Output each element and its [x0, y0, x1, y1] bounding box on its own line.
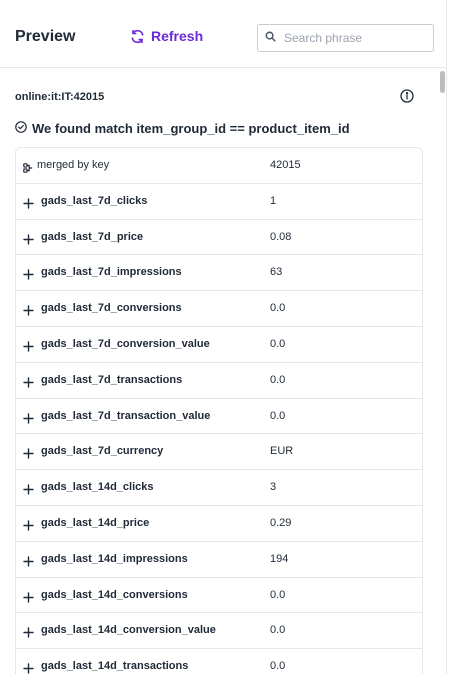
row-key: gads_last_7d_transactions: [41, 373, 183, 386]
table-row: gads_last_7d_transaction_value 0.0: [16, 399, 422, 435]
record-id: online:it:IT:42015: [15, 91, 105, 103]
row-value: 0.29: [270, 516, 292, 529]
scrollbar[interactable]: [439, 68, 447, 674]
plus-icon[interactable]: [23, 267, 34, 285]
plus-icon[interactable]: [23, 339, 34, 357]
table-row: gads_last_7d_conversion_value 0.0: [16, 327, 422, 363]
table-row: gads_last_14d_impressions 194: [16, 542, 422, 578]
row-value: 0.0: [270, 588, 286, 601]
row-key: gads_last_14d_conversion_value: [41, 624, 216, 637]
preview-header: Preview Refresh: [0, 0, 447, 68]
table-row: gads_last_14d_price 0.29: [16, 506, 422, 542]
plus-icon[interactable]: [23, 625, 34, 643]
table-row: gads_last_7d_transactions 0.0: [16, 363, 422, 399]
plus-icon[interactable]: [23, 232, 34, 250]
row-key: gads_last_14d_price: [41, 516, 150, 529]
plus-icon[interactable]: [23, 482, 34, 500]
row-value: 1: [270, 194, 277, 207]
plus-icon[interactable]: [23, 196, 34, 214]
row-key: gads_last_7d_transaction_value: [41, 409, 211, 422]
row-value: 0.0: [270, 660, 286, 673]
table-row-merged-by-key: merged by key 42015: [16, 148, 422, 184]
row-key: gads_last_14d_clicks: [41, 481, 154, 494]
plus-icon[interactable]: [23, 375, 34, 393]
row-value: 0.0: [270, 409, 286, 422]
table-row: gads_last_7d_price 0.08: [16, 220, 422, 256]
merge-key-icon: [23, 160, 33, 178]
search-input[interactable]: [284, 31, 424, 45]
row-key: gads_last_14d_transactions: [41, 660, 189, 673]
row-key: merged by key: [37, 159, 110, 171]
match-text: We found match item_group_id == product_…: [32, 121, 350, 136]
info-icon[interactable]: [400, 89, 414, 108]
row-key: gads_last_7d_currency: [41, 445, 164, 458]
preview-content: online:it:IT:42015 We found match item_g…: [0, 68, 447, 674]
plus-icon[interactable]: [23, 590, 34, 608]
plus-icon[interactable]: [23, 518, 34, 536]
table-row: gads_last_14d_transactions 0.0: [16, 649, 422, 674]
table-row: gads_last_14d_clicks 3: [16, 470, 422, 506]
table-row: gads_last_14d_conversion_value 0.0: [16, 613, 422, 650]
table-row: gads_last_7d_currency EUR: [16, 434, 422, 471]
plus-icon[interactable]: [23, 446, 34, 464]
refresh-button[interactable]: Refresh: [130, 28, 203, 44]
plus-icon[interactable]: [23, 411, 34, 429]
scrollbar-thumb[interactable]: [440, 71, 445, 93]
row-key: gads_last_7d_clicks: [41, 194, 148, 207]
row-value: 0.0: [270, 373, 286, 386]
row-value: 194: [270, 552, 289, 565]
row-key: gads_last_7d_conversion_value: [41, 337, 210, 350]
row-key: gads_last_7d_impressions: [41, 266, 182, 279]
row-key: gads_last_14d_impressions: [41, 552, 188, 565]
row-key: gads_last_7d_conversions: [41, 302, 182, 315]
search-box[interactable]: [257, 24, 434, 52]
row-value: 0.0: [270, 337, 286, 350]
plus-icon[interactable]: [23, 554, 34, 572]
row-value: 3: [270, 481, 277, 494]
attributes-table: merged by key 42015 gads_last_7d_clicks …: [15, 147, 423, 674]
row-value: 42015: [270, 159, 301, 171]
match-message: We found match item_group_id == product_…: [15, 121, 350, 136]
plus-icon[interactable]: [23, 303, 34, 321]
table-row: gads_last_7d_clicks 1: [16, 184, 422, 220]
row-value: EUR: [270, 445, 294, 458]
plus-icon[interactable]: [23, 661, 34, 674]
page-title: Preview: [15, 28, 76, 45]
table-row: gads_last_14d_conversions 0.0: [16, 578, 422, 614]
refresh-icon: [130, 29, 145, 44]
row-value: 0.0: [270, 302, 286, 315]
preview-panel: Preview Refresh online:i: [0, 0, 447, 674]
row-value: 63: [270, 266, 283, 279]
row-value: 0.0: [270, 624, 286, 637]
row-value: 0.08: [270, 230, 292, 243]
refresh-label: Refresh: [151, 28, 204, 44]
table-row: gads_last_7d_conversions 0.0: [16, 291, 422, 327]
search-icon: [258, 29, 276, 47]
row-key: gads_last_14d_conversions: [41, 588, 188, 601]
check-circle-icon: [15, 121, 27, 136]
row-key: gads_last_7d_price: [41, 230, 144, 243]
table-row: gads_last_7d_impressions 63: [16, 255, 422, 292]
